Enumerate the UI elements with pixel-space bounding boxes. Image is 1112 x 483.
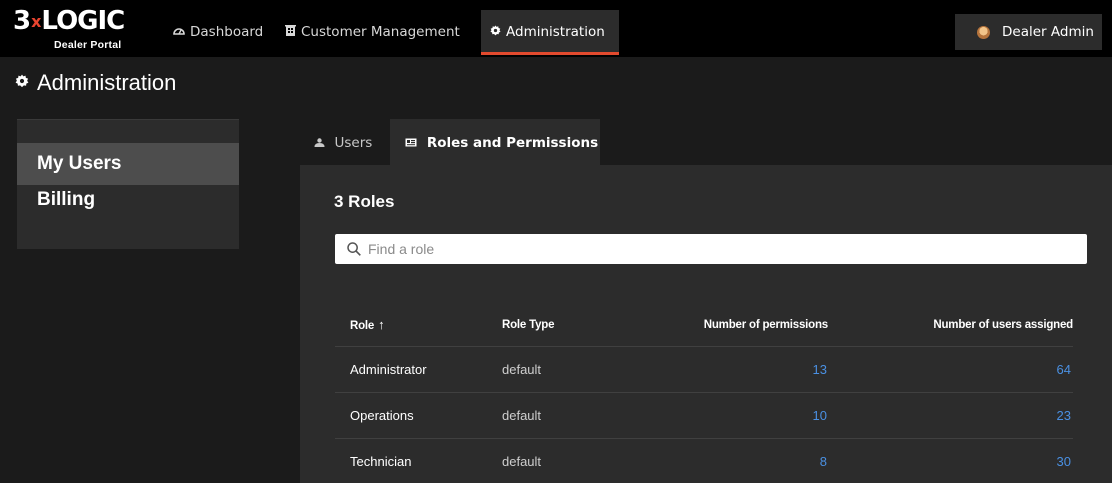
column-header-users-assigned[interactable]: Number of users assigned bbox=[933, 302, 1073, 348]
page-title: Administration bbox=[15, 68, 176, 98]
nav-administration[interactable]: Administration bbox=[481, 10, 619, 55]
column-header-permissions[interactable]: Number of permissions bbox=[704, 302, 828, 348]
role-name: Technician bbox=[350, 454, 412, 469]
user-menu-button[interactable]: Dealer Admin bbox=[955, 14, 1102, 50]
role-search-box[interactable] bbox=[335, 234, 1087, 264]
nav-administration-label: Administration bbox=[506, 24, 605, 40]
permissions-count-link[interactable]: 13 bbox=[813, 347, 827, 392]
tab-users[interactable]: Users bbox=[314, 119, 372, 165]
admin-sidebar: My Users Billing bbox=[17, 119, 239, 249]
role-name: Operations bbox=[350, 408, 414, 423]
table-row[interactable]: Administrator default 13 64 bbox=[335, 347, 1073, 393]
logo-subtitle: Dealer Portal bbox=[54, 39, 122, 51]
table-row[interactable]: Operations default 10 23 bbox=[335, 393, 1073, 439]
column-header-role-type[interactable]: Role Type bbox=[502, 302, 555, 348]
permissions-count-link[interactable]: 10 bbox=[813, 393, 827, 438]
dashboard-icon bbox=[173, 0, 185, 64]
nav-customer-management[interactable]: Customer Management bbox=[285, 0, 460, 57]
nav-dashboard-label: Dashboard bbox=[190, 24, 264, 40]
column-header-role-label: Role bbox=[350, 320, 375, 332]
sidebar-item-my-users[interactable]: My Users bbox=[17, 143, 239, 185]
brand-logo[interactable]: 3xLOGIC Dealer Portal bbox=[13, 6, 153, 51]
permissions-count-link[interactable]: 8 bbox=[820, 439, 827, 483]
nav-dashboard[interactable]: Dashboard bbox=[173, 0, 263, 57]
role-search-input[interactable] bbox=[368, 241, 1068, 257]
role-type: default bbox=[502, 454, 542, 469]
users-assigned-link[interactable]: 64 bbox=[1057, 347, 1071, 392]
id-card-icon bbox=[405, 137, 421, 150]
page-title-text: Administration bbox=[37, 70, 177, 95]
roles-table-header: Role ↑ Role Type Number of permissions Nu… bbox=[335, 302, 1073, 347]
role-type: default bbox=[502, 408, 542, 423]
nav-customer-management-label: Customer Management bbox=[301, 24, 460, 40]
sidebar-item-billing[interactable]: Billing bbox=[17, 186, 239, 218]
roles-table: Role ↑ Role Type Number of permissions Nu… bbox=[335, 302, 1073, 483]
role-name: Administrator bbox=[350, 362, 427, 377]
users-assigned-link[interactable]: 23 bbox=[1057, 393, 1071, 438]
sort-ascending-icon: ↑ bbox=[378, 317, 385, 332]
user-name: Dealer Admin bbox=[1002, 24, 1094, 40]
column-header-role[interactable]: Role ↑ bbox=[350, 302, 385, 349]
gear-icon bbox=[490, 10, 501, 54]
users-icon bbox=[314, 137, 329, 150]
logo-x: x bbox=[31, 12, 41, 31]
role-type: default bbox=[502, 362, 542, 377]
gear-icon bbox=[15, 74, 29, 93]
logo-prefix: 3 bbox=[13, 6, 31, 36]
users-assigned-link[interactable]: 30 bbox=[1057, 439, 1071, 483]
tab-users-label: Users bbox=[334, 135, 373, 151]
tab-roles-and-permissions-label: Roles and Permissions bbox=[426, 135, 599, 151]
tab-roles-and-permissions[interactable]: Roles and Permissions bbox=[390, 119, 600, 165]
search-icon bbox=[347, 242, 361, 256]
roles-count-heading: 3 Roles bbox=[334, 192, 395, 211]
avatar bbox=[977, 25, 990, 39]
table-row[interactable]: Technician default 8 30 bbox=[335, 439, 1073, 483]
admin-tabs: Users Roles and Permissions bbox=[300, 119, 1112, 165]
logo-main-text: LOGIC bbox=[41, 6, 125, 36]
roles-panel: 3 Roles Role↑ Role Type Number of permis… bbox=[300, 165, 1112, 483]
active-nav-indicator bbox=[481, 52, 619, 55]
top-navigation-bar: 3xLOGIC Dealer Portal Dashboard Customer… bbox=[0, 0, 1112, 57]
building-icon bbox=[285, 0, 296, 64]
logo-wordmark: 3xLOGIC bbox=[13, 6, 125, 36]
